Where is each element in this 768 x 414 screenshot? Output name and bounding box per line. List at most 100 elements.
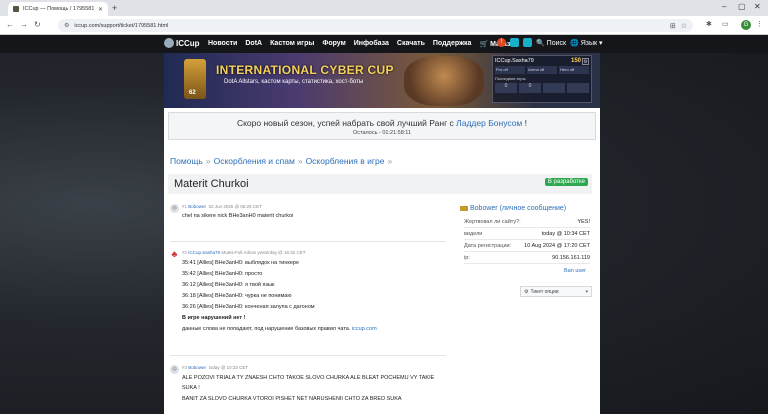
stat-pro: Pro.off xyxy=(495,66,525,74)
sidebar-title[interactable]: Bobower (личное сообщение) xyxy=(460,205,566,212)
ban-user-link[interactable]: Ban user xyxy=(564,268,586,274)
info-value: today @ 10:34 CET xyxy=(541,231,590,237)
post-body: 35:41 [Allies] BHe3anH0: выблядок на тин… xyxy=(182,258,446,335)
address-bar[interactable]: ⚙ iccup.com/support/ticket/1795581.html … xyxy=(58,19,693,32)
post-number: #1 xyxy=(182,204,188,209)
breadcrumb-sep: » xyxy=(387,156,393,166)
breadcrumb: Помощь» Оскорбления и спам» Оскорбления в … xyxy=(170,156,395,166)
site-logo[interactable]: ICCup xyxy=(164,38,200,48)
site-favicon-icon xyxy=(13,6,19,12)
panel-recent-games: Последние игры xyxy=(495,76,526,81)
site-info-icon[interactable]: ⚙ xyxy=(64,22,69,29)
banner-character-image xyxy=(404,56,484,106)
logo-text: ICCup xyxy=(176,38,200,48)
tab-title: ICCup — Помощь / 1795581 xyxy=(23,6,94,12)
search-link[interactable]: 🔍 Поиск xyxy=(536,39,566,47)
post-line: 36:26 [Allies] BHe3anH0: конченая залупа… xyxy=(182,304,315,310)
ticket-options-dropdown[interactable]: ⚙ Тикет опции ▾ xyxy=(520,286,592,297)
game-slot-4[interactable] xyxy=(567,83,589,93)
breadcrumb-insults[interactable]: Оскорбления и спам xyxy=(214,156,295,166)
banner-title: INTERNATIONAL CYBER CUP xyxy=(216,63,394,77)
nav-dota[interactable]: DotA xyxy=(245,40,262,48)
post: ◎ #1 Bobower 02 Jun 2025 @ 05:25 CET che… xyxy=(168,202,448,228)
back-icon[interactable]: ← xyxy=(6,20,14,29)
avatar: ◎ xyxy=(170,204,179,213)
close-window-icon[interactable]: ✕ xyxy=(754,2,761,11)
season-timer: Осталось - 01:21:58:11 xyxy=(352,130,412,136)
messages-icon[interactable] xyxy=(510,38,519,47)
nav-news[interactable]: Новости xyxy=(208,40,237,48)
post-verdict: В игре нарушений нет ! xyxy=(182,315,246,321)
bookmark-star-icon[interactable]: ☆ xyxy=(681,22,687,30)
post-author[interactable]: ICCup.Sasha79 xyxy=(188,250,220,255)
post-line: 36:18 [Allies] BHe3anH0: чурка не понима… xyxy=(182,293,292,299)
post-author[interactable]: Bobower xyxy=(188,204,206,209)
game-slot-1[interactable]: 0 xyxy=(495,83,517,93)
post-line: ALE POZOVI TRIALA TY ZNAESH CHTO TAKOE S… xyxy=(182,375,435,392)
post-line: chel na sikere nick BHe3anH0 materit chu… xyxy=(182,213,294,219)
post-link[interactable]: iccup.com xyxy=(352,326,377,332)
post: ◎ #3 Bobower today @ 10:33 CET ALE POZOV… xyxy=(168,363,448,403)
logo-icon xyxy=(164,38,174,48)
post-meta: #1 Bobower 02 Jun 2025 @ 05:25 CET xyxy=(182,204,262,209)
admin-avatar-icon: ♣ xyxy=(171,249,178,259)
profile-icon[interactable] xyxy=(523,38,532,47)
game-slot-3[interactable] xyxy=(543,83,565,93)
breadcrumb-help[interactable]: Помощь xyxy=(170,156,203,166)
breadcrumb-sep: » xyxy=(205,156,211,166)
nav-right: ! 🔍 Поиск 🌐 Язык ▾ xyxy=(497,38,603,47)
post-meta: #2 ICCup.Sasha79 Mutes-Full Admin yester… xyxy=(182,250,305,255)
minimize-icon[interactable]: – xyxy=(722,2,726,11)
browser-tabstrip: ICCup — Помощь / 1795581 ✕ + – ▢ ✕ xyxy=(0,0,768,16)
site-nav: Новости DotA Кастом игры Форум Инфобаза … xyxy=(208,40,519,48)
banner-level: 62 xyxy=(189,90,196,96)
nav-forum[interactable]: Форум xyxy=(322,40,345,48)
forward-icon[interactable]: → xyxy=(20,20,28,29)
game-slot-2[interactable]: 0 xyxy=(519,83,541,93)
gear-icon: ⚙ xyxy=(524,288,529,295)
info-value: 90.156.161.119 xyxy=(552,255,590,261)
sidepanel-icon[interactable]: ▭ xyxy=(722,20,729,28)
nav-download[interactable]: Скачать xyxy=(397,40,425,48)
post-line: BANIT ZA SLOVO CHURKA VTOROI PISHET NET … xyxy=(182,395,402,402)
panel-settings-icon[interactable]: ⚙ xyxy=(582,58,589,65)
status-badge: В разработке xyxy=(544,178,588,186)
maximize-icon[interactable]: ▢ xyxy=(738,2,746,11)
info-value: YES! xyxy=(577,219,590,225)
menu-icon[interactable]: ⋮ xyxy=(756,20,763,28)
translate-icon[interactable]: ⊞ xyxy=(670,22,676,30)
nav-custom[interactable]: Кастом игры xyxy=(270,40,314,48)
notification-badge[interactable]: ! xyxy=(497,38,506,47)
post-date: 02 Jun 2025 @ 05:25 CET xyxy=(208,204,262,209)
post-divider xyxy=(170,241,446,242)
post-body: chel na sikere nick BHe3anH0 materit chu… xyxy=(182,212,446,221)
browser-tab[interactable]: ICCup — Помощь / 1795581 ✕ xyxy=(8,2,108,16)
post-line: 35:41 [Allies] BHe3anH0: выблядок на тин… xyxy=(182,260,300,266)
ticket-title: Materit Churkoi xyxy=(174,178,249,190)
breadcrumb-ingame[interactable]: Оскорбления в игре xyxy=(306,156,385,166)
post-line: данные слова не попадают, под нарушение … xyxy=(182,324,446,335)
post-author[interactable]: Bobower xyxy=(188,365,206,370)
ladder-bonus-link[interactable]: Ладдер Бонусом xyxy=(456,118,522,128)
post-meta: #3 Bobower today @ 10:33 CET xyxy=(182,365,248,370)
nav-support[interactable]: Поддержка xyxy=(433,40,472,48)
stat-arena: Arena off xyxy=(527,66,557,74)
url-text: iccup.com/support/ticket/1795581.html xyxy=(74,22,169,29)
new-tab-button[interactable]: + xyxy=(112,3,117,13)
post-number: #2 xyxy=(182,250,188,255)
close-tab-icon[interactable]: ✕ xyxy=(98,6,103,13)
info-key: видели xyxy=(464,231,483,237)
profile-avatar[interactable]: G xyxy=(741,20,751,30)
info-row: Дата регистрации: 10 Aug 2024 @ 17:20 CET xyxy=(464,241,590,252)
sidebar-title-text: Bobower (личное сообщение) xyxy=(470,205,567,212)
nav-infobase[interactable]: Инфобаза xyxy=(354,40,389,48)
rank-emblem-icon: 62 xyxy=(184,59,206,99)
banner-subtitle: DotA Allstars, кастом карты, статистика,… xyxy=(224,79,364,85)
info-key: Жертвовал ли сайту?: xyxy=(464,219,521,225)
post: ♣ #2 ICCup.Sasha79 Mutes-Full Admin yest… xyxy=(168,248,448,343)
breadcrumb-sep: » xyxy=(297,156,303,166)
extensions-icon[interactable]: ✱ xyxy=(706,20,712,28)
reload-icon[interactable]: ↻ xyxy=(34,20,41,29)
language-label: Язык xyxy=(580,39,598,47)
language-menu[interactable]: 🌐 Язык ▾ xyxy=(570,39,603,47)
